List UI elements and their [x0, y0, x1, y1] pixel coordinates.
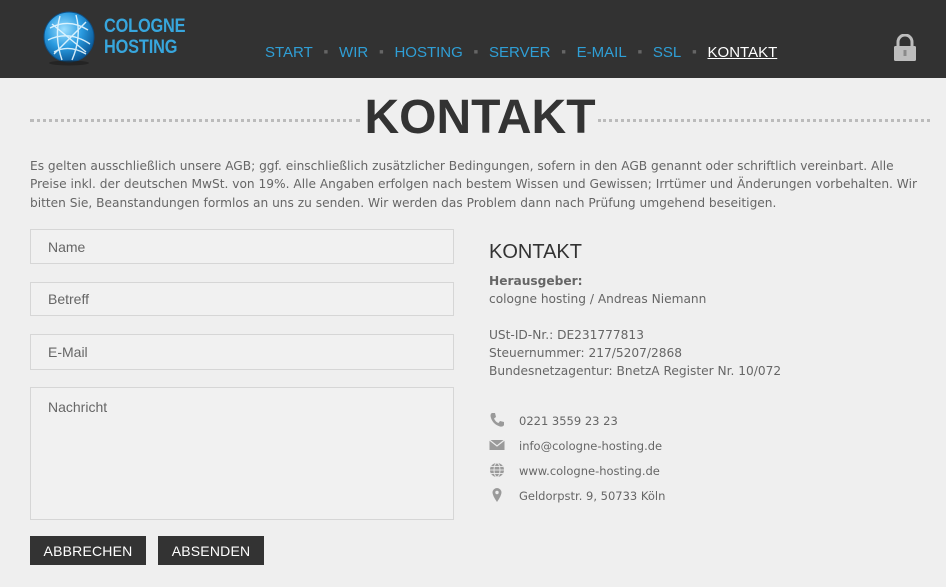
website-link[interactable]: www.cologne-hosting.de [519, 464, 660, 478]
nav-item-wir[interactable]: WIR [339, 44, 368, 61]
globe-logo-icon [43, 11, 95, 66]
nav-separator: ■ [323, 48, 329, 56]
vat-id: USt-ID-Nr.: DE231777813 [489, 328, 644, 342]
lock-icon[interactable] [893, 34, 917, 62]
nav-separator: ■ [561, 48, 566, 56]
publisher-label: Herausgeber: [489, 274, 583, 288]
message-textarea[interactable] [30, 387, 454, 520]
phone-icon [490, 413, 504, 427]
main-nav: START ■ WIR ■ HOSTING ■ SERVER ■ E-MAIL … [265, 43, 777, 61]
nav-separator: ■ [379, 48, 384, 56]
page-title: KONTAKT [364, 91, 596, 144]
terms-intro-text: Es gelten ausschließlich unsere AGB; ggf… [30, 159, 917, 210]
nav-separator: ■ [692, 48, 697, 56]
name-input[interactable] [30, 229, 454, 264]
page-title-row: KONTAKT [30, 90, 930, 146]
nav-item-server[interactable]: SERVER [489, 44, 550, 61]
subject-input[interactable] [30, 282, 454, 316]
map-pin-icon [492, 488, 502, 502]
email-address[interactable]: info@cologne-hosting.de [519, 439, 662, 453]
nav-item-start[interactable]: START [265, 44, 313, 61]
phone-row: 0221 3559 23 23 [489, 412, 789, 432]
site-header: COLOGNE HOSTING START ■ WIR ■ HOSTING ■ … [0, 0, 946, 78]
address-row: Geldorpstr. 9, 50733 Köln [489, 487, 789, 507]
nav-separator: ■ [637, 48, 642, 56]
phone-number[interactable]: 0221 3559 23 23 [519, 414, 618, 428]
cancel-button[interactable]: ABBRECHEN [30, 536, 146, 565]
submit-button[interactable]: ABSENDEN [158, 536, 264, 565]
postal-address: Geldorpstr. 9, 50733 Köln [519, 489, 666, 503]
brand-name: COLOGNE HOSTING [104, 16, 186, 58]
tax-number: Steuernummer: 217/5207/2868 [489, 346, 683, 360]
title-divider-right [598, 119, 930, 122]
brand-line-2: HOSTING [104, 37, 178, 58]
publisher-name: cologne hosting / Andreas Niemann [489, 292, 707, 306]
envelope-icon [489, 439, 505, 450]
contact-details: KONTAKT Herausgeber: cologne hosting / A… [489, 241, 919, 380]
contact-heading: KONTAKT [489, 241, 582, 263]
nav-item-kontakt[interactable]: KONTAKT [708, 44, 778, 61]
brand-line-1: COLOGNE [104, 16, 186, 37]
globe-icon [490, 462, 504, 478]
nav-separator: ■ [473, 48, 479, 56]
agency-register: Bundesnetzagentur: BnetzA Register Nr. 1… [489, 364, 782, 378]
website-row: www.cologne-hosting.de [489, 462, 789, 482]
nav-item-email[interactable]: E-MAIL [577, 44, 627, 61]
email-row: info@cologne-hosting.de [489, 437, 789, 457]
nav-item-ssl[interactable]: SSL [653, 44, 681, 61]
nav-item-hosting[interactable]: HOSTING [394, 44, 462, 61]
logo[interactable]: COLOGNE HOSTING [42, 10, 192, 66]
email-input[interactable] [30, 334, 454, 370]
